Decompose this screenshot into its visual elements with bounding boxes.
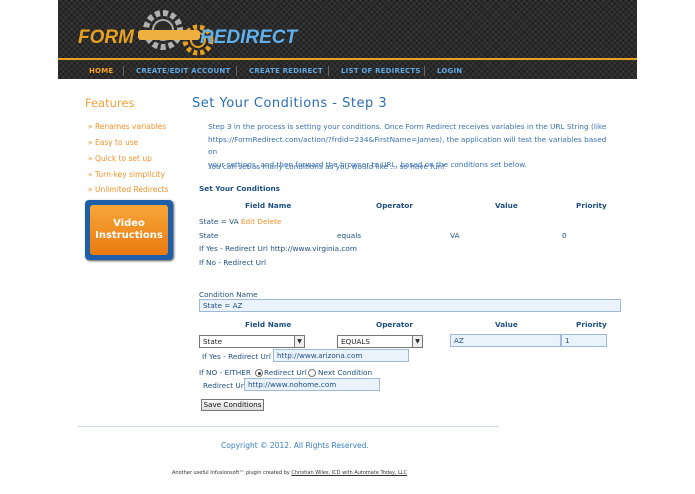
nav-divider	[424, 66, 425, 76]
sidebar-item-label: Unlimited Redirects	[94, 185, 169, 194]
nav-divider	[123, 66, 124, 76]
sidebar-item-label: Renames variables	[94, 122, 167, 131]
nav-list-of-redirects[interactable]: LIST OF REDIRECTS	[341, 67, 421, 75]
nav-divider	[328, 66, 329, 76]
existing-field: State	[199, 231, 219, 240]
existing-if-yes: If Yes - Redirect Url http://www.virgini…	[199, 244, 358, 253]
condition-name-label: Condition Name	[199, 290, 258, 299]
existing-condition-row: State = VA Edit Delete	[199, 217, 281, 226]
radio-next-condition[interactable]	[308, 369, 316, 377]
sidebar-item-turn-key-simplicity[interactable]: » Turn-key simplicity	[88, 170, 165, 179]
nav-create-redirect[interactable]: CREATE REDIRECT	[249, 67, 323, 75]
redirect-url-input[interactable]: http://www.nohome.com	[244, 378, 380, 391]
footer-divider	[78, 426, 499, 427]
redirect-url-label: Redirect Url	[203, 381, 246, 390]
col-operator: Operator	[376, 201, 413, 210]
radio-redirect-url-label: Redirect Url	[264, 368, 307, 377]
main-nav: HOME CREATE/EDIT ACCOUNT CREATE REDIRECT…	[58, 58, 637, 81]
sidebar-item-renames-variables[interactable]: » Renames variables	[88, 122, 166, 131]
sidebar-title: Features	[85, 96, 135, 110]
copyright: Copyright © 2012. All Rights Reserved.	[221, 441, 369, 450]
credit-link[interactable]: Christian Wiles, ICD with Automate Today…	[291, 470, 407, 476]
nav-login[interactable]: LOGIN	[437, 67, 462, 75]
save-conditions-button[interactable]: Save Conditions	[201, 399, 264, 411]
col-priority: Priority	[576, 320, 607, 329]
delete-link[interactable]: Delete	[257, 217, 281, 226]
sidebar-item-easy-to-use[interactable]: » Easy to use	[88, 138, 138, 147]
form-redirect-logo[interactable]: FORM REDIRECT	[78, 8, 308, 58]
chevron-down-icon[interactable]: ▼	[412, 336, 422, 347]
operator-select[interactable]: EQUALS ▼	[337, 335, 423, 348]
col-operator: Operator	[376, 320, 413, 329]
field-name-select-value: State	[203, 337, 223, 346]
sidebar-item-label: Quick to set up	[94, 154, 152, 163]
priority-input[interactable]: 1	[561, 334, 607, 347]
existing-operator: equals	[337, 231, 362, 240]
existing-if-no: If No - Redirect Url	[199, 258, 267, 267]
sidebar-item-unlimited-redirects[interactable]: » Unlimited Redirects	[88, 185, 168, 194]
if-yes-url-input[interactable]: http://www.arizona.com	[273, 349, 409, 362]
condition-name: State = VA	[199, 217, 239, 226]
col-field-name: Field Name	[245, 201, 292, 210]
sidebar-item-quick-to-set-up[interactable]: » Quick to set up	[88, 154, 152, 163]
nav-home[interactable]: HOME	[89, 67, 113, 75]
video-instructions-button[interactable]: Video Instructions	[85, 200, 173, 260]
col-priority: Priority	[576, 201, 607, 210]
sidebar-item-label: Turn-key simplicity	[94, 170, 165, 179]
site-header: FORM REDIRECT HOME CREATE/EDIT ACCOUNT C…	[58, 0, 637, 79]
logo-text-redirect: REDIRECT	[200, 27, 299, 48]
field-name-select[interactable]: State ▼	[199, 335, 305, 348]
col-value: Value	[495, 201, 518, 210]
credit-text: Another useful Infusionsoft™ plugin crea…	[172, 470, 290, 476]
nav-create-edit-account[interactable]: CREATE/EDIT ACCOUNT	[136, 67, 230, 75]
section-title: Set Your Conditions	[199, 184, 281, 193]
chevron-down-icon[interactable]: ▼	[294, 336, 304, 347]
operator-select-value: EQUALS	[341, 337, 370, 346]
arrow-icon	[138, 30, 200, 40]
value-input[interactable]: AZ	[450, 334, 561, 347]
if-yes-label: If Yes - Redirect Url	[202, 352, 271, 361]
intro-note: You can set as many conditions as you wo…	[208, 162, 446, 171]
if-no-label: If NO - EITHER	[199, 368, 251, 377]
radio-redirect-url[interactable]	[255, 369, 263, 377]
existing-priority: 0	[562, 231, 567, 240]
video-instructions-label: Video Instructions	[90, 205, 168, 255]
sidebar-item-label: Easy to use	[94, 138, 139, 147]
credit-line: Another useful Infusionsoft™ plugin crea…	[172, 470, 407, 476]
existing-value: VA	[450, 231, 460, 240]
page-title: Set Your Conditions - Step 3	[192, 96, 388, 111]
col-value: Value	[495, 320, 518, 329]
col-field-name: Field Name	[245, 320, 292, 329]
logo-text-form: FORM	[78, 27, 135, 48]
nav-divider	[236, 66, 237, 76]
condition-name-input[interactable]: State = AZ	[199, 299, 621, 312]
radio-next-condition-label: Next Condition	[318, 368, 373, 377]
edit-link[interactable]: Edit	[241, 217, 255, 226]
